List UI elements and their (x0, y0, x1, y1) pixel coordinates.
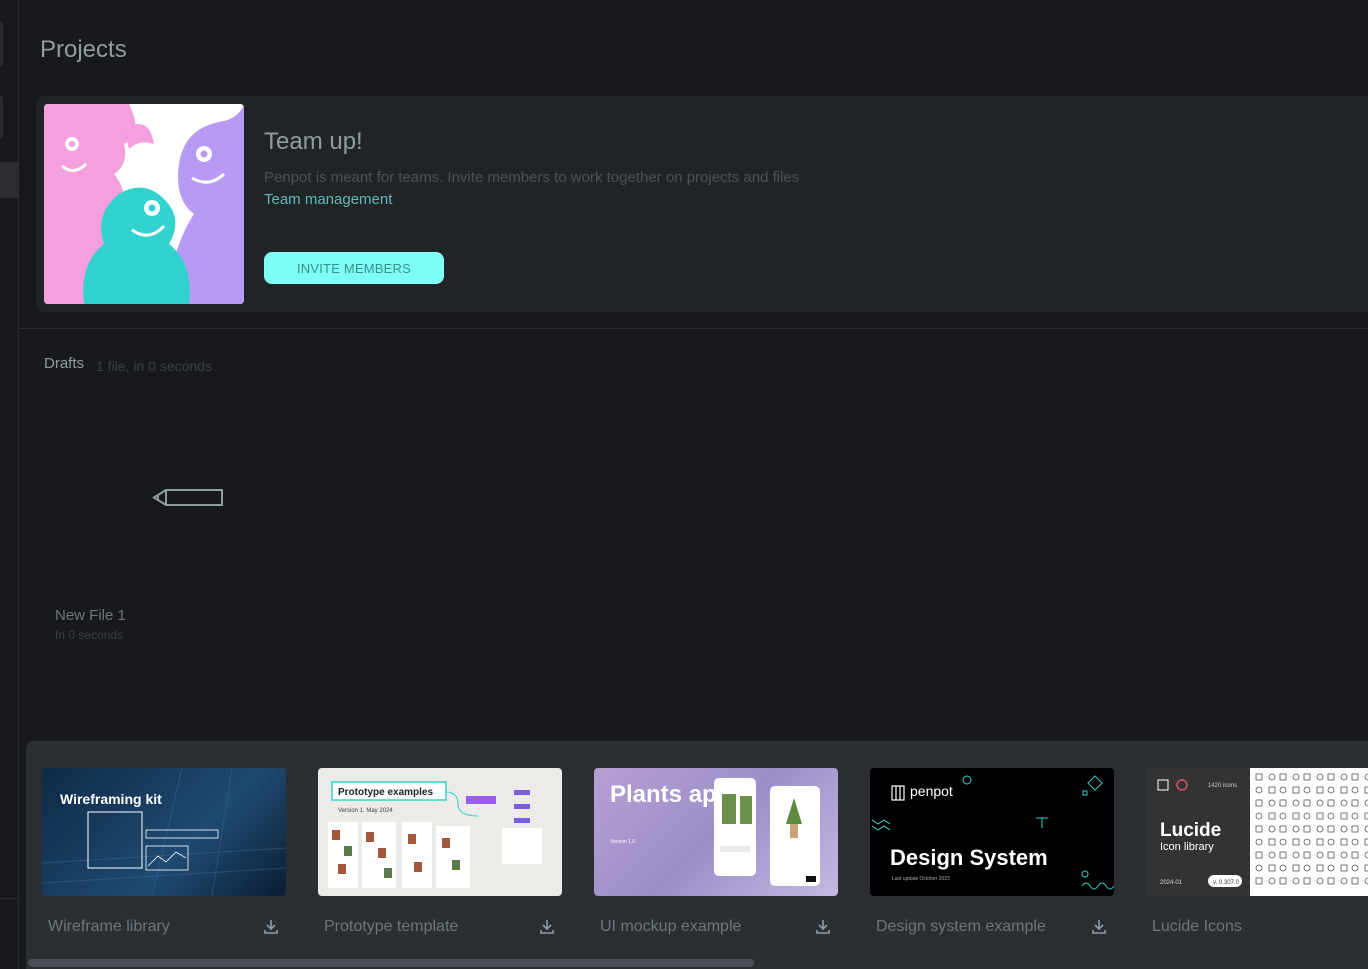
templates-scrollbar[interactable] (28, 959, 754, 967)
file-name: New File 1 (55, 607, 126, 624)
template-thumb-brand: penpot (910, 783, 953, 799)
banner-title: Team up! (264, 128, 363, 155)
drafts-meta: 1 file, in 0 seconds (96, 358, 212, 374)
template-card-ui-mockup[interactable]: Plants app Version 1.0 UI mockup example (594, 768, 838, 935)
download-icon[interactable] (814, 918, 832, 936)
sidebar-toggle-top[interactable] (0, 22, 3, 66)
download-icon[interactable] (262, 918, 280, 936)
download-icon[interactable] (538, 918, 556, 936)
page-title: Projects (40, 36, 127, 63)
template-thumb-sub: Last update October 2023 (892, 876, 950, 882)
templates-panel: Wireframing kit Wireframe library Protot… (26, 741, 1368, 969)
drafts-title: Drafts (44, 355, 85, 372)
team-up-banner: Team up! Penpot is meant for teams. Invi… (36, 96, 1368, 312)
template-label: UI mockup example (600, 918, 742, 935)
sidebar-item-selected[interactable] (0, 162, 19, 198)
template-card-design-system[interactable]: penpot Design System Last update October… (870, 768, 1114, 935)
template-thumb-title: Wireframing kit (60, 791, 162, 807)
dashboard: Projects Team up! Penpot is meant for te… (0, 0, 1368, 969)
file-thumbnail[interactable] (44, 388, 320, 600)
section-divider (20, 328, 1368, 329)
template-label: Prototype template (324, 918, 459, 935)
template-thumb-version: v. 0.307.0 (1213, 880, 1240, 886)
template-thumb-title: Lucide (1160, 820, 1221, 841)
banner-description: Penpot is meant for teams. Invite member… (264, 169, 800, 186)
template-card-wireframe[interactable]: Wireframing kit Wireframe library (42, 768, 286, 935)
template-thumb-title: Design System (890, 845, 1048, 870)
template-card-prototype[interactable]: Prototype examples Version 1. May 2024 P… (318, 768, 562, 935)
template-thumbnail[interactable]: Prototype examples Version 1. May 2024 (318, 768, 562, 896)
template-label: Design system example (876, 918, 1046, 935)
template-thumbnail[interactable]: Wireframing kit (42, 768, 286, 896)
lucide-logo-icon (1157, 779, 1188, 791)
team-illustration (44, 104, 244, 304)
file-date: In 0 seconds (55, 628, 124, 642)
sidebar (0, 0, 19, 969)
template-thumbnail[interactable]: 1420 icons Lucide Icon library 2024-01 v… (1146, 768, 1368, 896)
template-label: Lucide Icons (1152, 918, 1242, 935)
template-thumb-count: 1420 icons (1208, 783, 1237, 789)
template-thumb-sub: Version 1. May 2024 (338, 808, 393, 814)
sidebar-toggle-middle[interactable] (0, 96, 3, 138)
template-thumb-date: 2024-01 (1160, 880, 1183, 886)
template-card-lucide[interactable]: 1420 icons Lucide Icon library 2024-01 v… (1146, 768, 1368, 935)
download-icon[interactable] (1090, 918, 1108, 936)
team-management-link[interactable]: Team management (264, 191, 392, 208)
pencil-icon (152, 489, 223, 506)
invite-members-button[interactable]: INVITE MEMBERS (264, 252, 444, 284)
template-label: Wireframe library (48, 918, 170, 935)
penpot-logo-icon (891, 785, 905, 801)
sidebar-divider (0, 898, 19, 899)
template-thumb-sub: Icon library (1160, 841, 1214, 853)
template-thumb-sub: Version 1.0 (610, 839, 635, 845)
file-card[interactable]: New File 1 In 0 seconds (44, 388, 320, 658)
template-thumb-title: Plants app (610, 781, 731, 808)
template-thumb-title: Prototype examples (338, 787, 433, 798)
template-thumbnail[interactable]: Plants app Version 1.0 (594, 768, 838, 896)
template-thumbnail[interactable]: penpot Design System Last update October… (870, 768, 1114, 896)
